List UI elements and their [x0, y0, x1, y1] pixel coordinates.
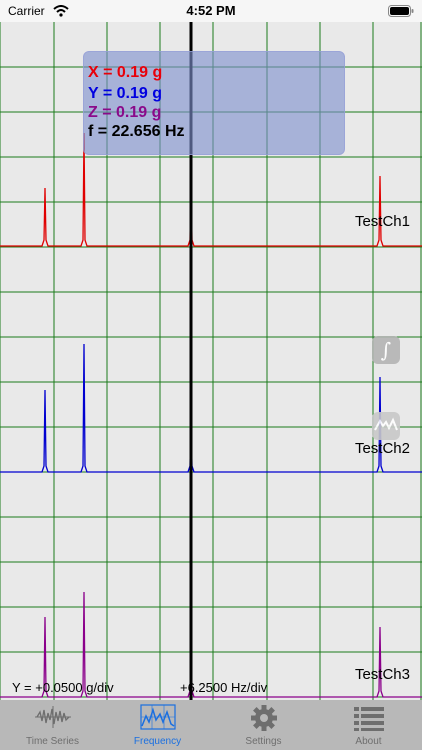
y-scale-label: Y = +0.0500 g/div — [12, 680, 114, 695]
integrate-button[interactable]: ∫ — [372, 336, 400, 364]
clock: 4:52 PM — [186, 3, 236, 18]
tab-bar: Time Series Frequency Settings About — [0, 700, 422, 750]
tab-frequency[interactable]: Frequency — [105, 700, 210, 750]
x-scale-label: +6.2500 Hz/div — [180, 680, 268, 695]
spectrum-mode-button[interactable] — [372, 412, 400, 440]
tab-time-series[interactable]: Time Series — [0, 700, 105, 750]
channel-label-1: TestCh1 — [354, 213, 410, 230]
spectrum-icon — [140, 704, 176, 730]
tab-label: Frequency — [133, 736, 182, 747]
spectrum-icon — [374, 417, 398, 431]
readout-z-value: Z = 0.19 g — [88, 104, 162, 121]
tab-about[interactable]: About — [316, 700, 421, 750]
tab-settings[interactable]: Settings — [211, 700, 316, 750]
waveform-icon — [35, 706, 71, 728]
list-icon — [354, 707, 384, 731]
tab-label: About — [355, 736, 382, 747]
tab-label: Time Series — [26, 736, 79, 747]
status-bar: Carrier 4:52 PM — [0, 0, 422, 22]
channel-label-2: TestCh2 — [354, 440, 410, 457]
readout-x-value: X = 0.19 g — [88, 64, 163, 81]
tab-label: Settings — [245, 736, 282, 747]
gear-icon — [251, 705, 277, 731]
readout-y-value: Y = 0.19 g — [88, 85, 162, 102]
integral-icon: ∫ — [380, 338, 392, 362]
channel-label-3: TestCh3 — [354, 666, 410, 683]
readout-frequency: f = 22.656 Hz — [88, 123, 185, 140]
battery-icon — [388, 5, 414, 17]
